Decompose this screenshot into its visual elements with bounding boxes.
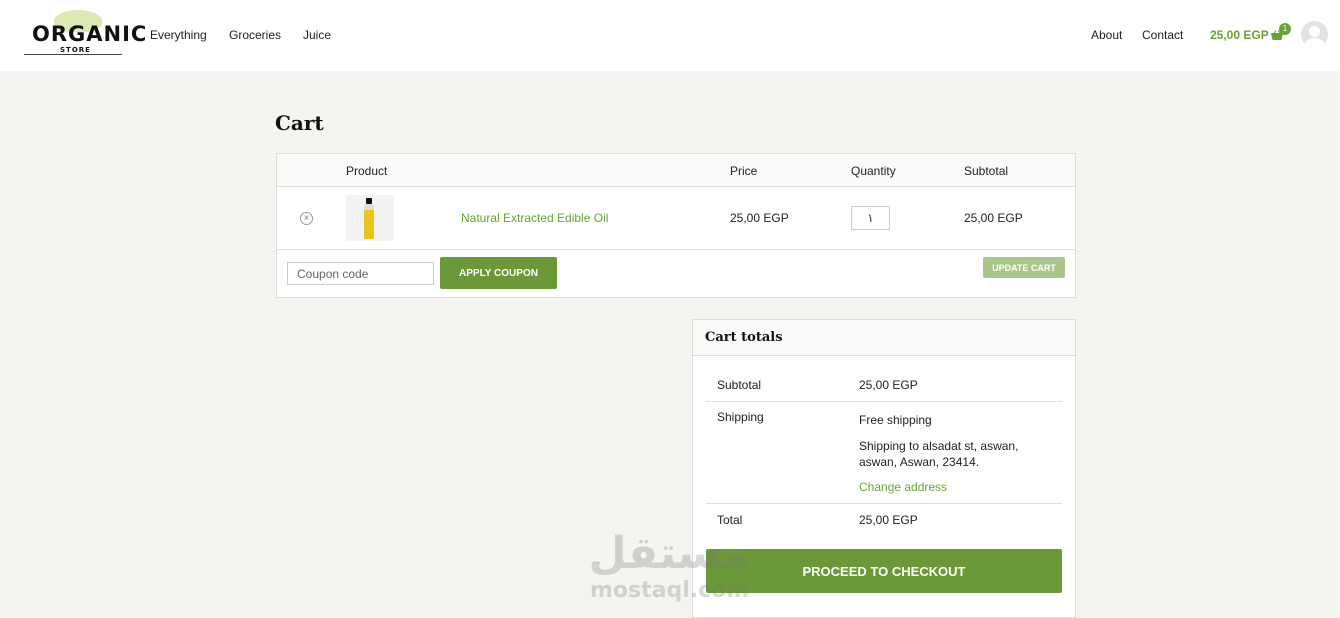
cart-count-badge: 1 xyxy=(1279,23,1291,35)
subtotal-label: Subtotal xyxy=(717,378,762,392)
shipping-destination: Shipping to alsadat st, aswan, aswan, As… xyxy=(859,438,1059,470)
cart-table: Product Price Quantity Subtotal × Natura… xyxy=(276,153,1076,298)
shipping-method: Free shipping xyxy=(859,413,932,427)
quantity-input[interactable] xyxy=(851,206,890,230)
subtotal-value: 25,00 EGP xyxy=(859,378,918,392)
coupon-code-input[interactable] xyxy=(287,262,434,285)
column-price: Price xyxy=(730,164,758,178)
cart-totals-title: Cart totals xyxy=(705,330,783,345)
total-value: 25,00 EGP xyxy=(859,513,918,527)
divider xyxy=(706,503,1062,504)
logo-underline xyxy=(24,54,122,55)
update-cart-button[interactable]: UPDATE CART xyxy=(983,257,1065,278)
site-logo[interactable]: ORGANIC STORE xyxy=(24,10,146,56)
nav-contact[interactable]: Contact xyxy=(1142,28,1183,42)
page-title: Cart xyxy=(275,111,324,135)
cart-table-header: Product Price Quantity Subtotal xyxy=(277,154,1075,187)
shipping-label: Shipping xyxy=(717,410,764,424)
user-avatar-icon[interactable] xyxy=(1301,21,1328,48)
header-cart-amount[interactable]: 25,00 EGP xyxy=(1210,28,1269,42)
oil-bottle-image xyxy=(364,204,374,239)
divider xyxy=(706,401,1062,402)
nav-groceries[interactable]: Groceries xyxy=(229,28,281,42)
product-thumbnail[interactable] xyxy=(346,195,394,241)
logo-text: ORGANIC xyxy=(32,22,148,46)
table-row: × Natural Extracted Edible Oil 25,00 EGP… xyxy=(277,187,1075,250)
apply-coupon-button[interactable]: APPLY COUPON xyxy=(440,257,557,289)
nav-about[interactable]: About xyxy=(1091,28,1122,42)
total-label: Total xyxy=(717,513,743,527)
remove-item-icon[interactable]: × xyxy=(300,212,313,225)
logo-subtext: STORE xyxy=(60,46,91,54)
site-header: ORGANIC STORE Everything Groceries Juice… xyxy=(0,0,1340,71)
column-quantity: Quantity xyxy=(851,164,896,178)
product-name-link[interactable]: Natural Extracted Edible Oil xyxy=(461,211,608,225)
column-subtotal: Subtotal xyxy=(964,164,1009,178)
change-address-link[interactable]: Change address xyxy=(859,480,947,494)
product-price: 25,00 EGP xyxy=(730,211,789,225)
column-product: Product xyxy=(346,164,388,178)
proceed-to-checkout-button[interactable]: PROCEED TO CHECKOUT xyxy=(706,549,1062,593)
shipping-to-prefix: Shipping to xyxy=(859,439,920,453)
nav-everything[interactable]: Everything xyxy=(150,28,207,42)
product-subtotal: 25,00 EGP xyxy=(964,211,1023,225)
nav-juice[interactable]: Juice xyxy=(303,28,331,42)
cart-totals-header: Cart totals xyxy=(693,320,1075,356)
cart-totals-panel: Cart totals Subtotal 25,00 EGP Shipping … xyxy=(692,319,1076,618)
